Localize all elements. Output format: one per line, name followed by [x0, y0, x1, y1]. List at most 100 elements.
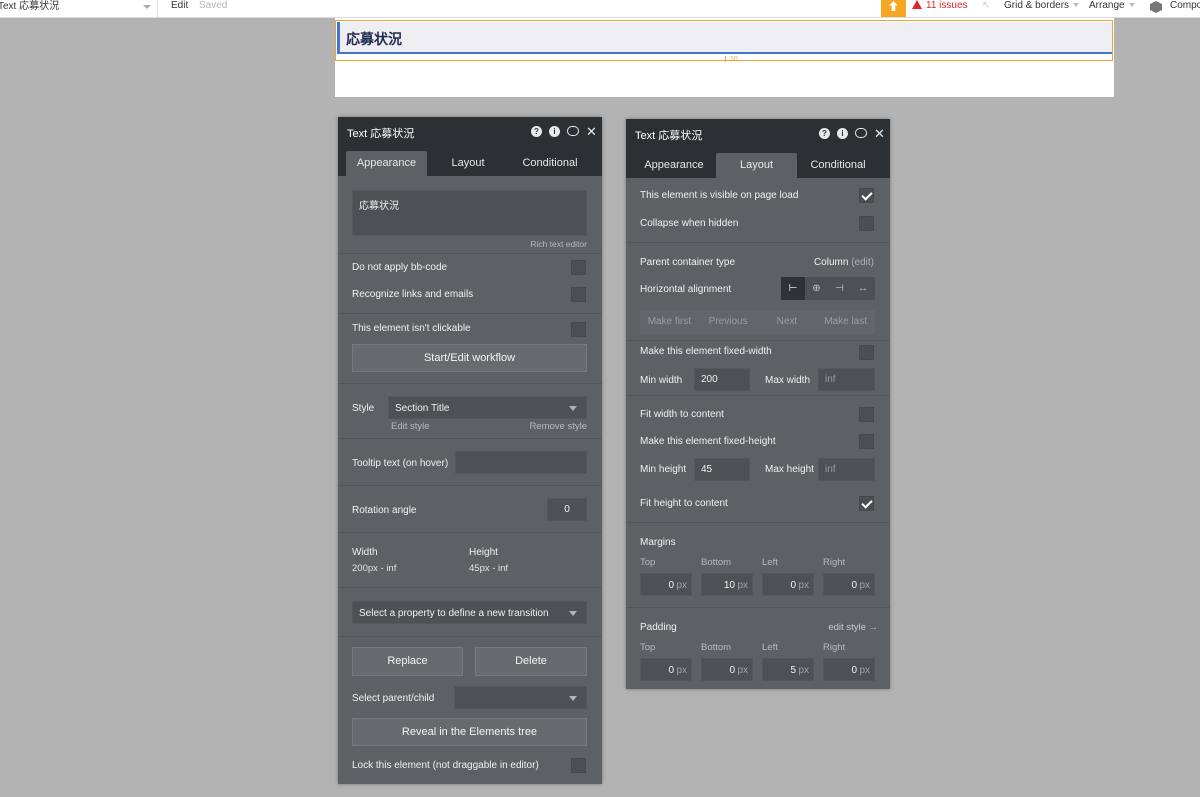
start-edit-workflow-button[interactable]: Start/Edit workflow	[352, 344, 587, 372]
previous-button[interactable]: Previous	[699, 310, 758, 334]
min-width-input[interactable]: 200	[694, 368, 750, 391]
parent-container-value[interactable]: Column (edit)	[814, 257, 874, 268]
collapse-hidden-checkbox[interactable]	[859, 216, 874, 231]
fit-width-checkbox[interactable]	[859, 407, 874, 422]
panel-title: Text 応募状況	[347, 128, 415, 140]
reveal-in-elements-tree-button[interactable]: Reveal in the Elements tree	[352, 718, 587, 746]
comment-icon[interactable]	[855, 128, 867, 138]
max-width-label: Max width	[765, 375, 811, 386]
min-width-label: Min width	[640, 375, 683, 386]
panel-tabs: Appearance Layout Conditional	[626, 146, 890, 178]
save-status: Saved	[199, 0, 228, 11]
recognize-links-label: Recognize links and emails	[352, 289, 474, 300]
info-icon[interactable]: i	[837, 127, 848, 139]
margin-left-label: Left	[762, 557, 778, 568]
tab-conditional[interactable]: Conditional	[510, 151, 590, 176]
chevron-down-icon	[569, 695, 577, 701]
padding-left-input[interactable]: 5 px	[762, 658, 814, 681]
info-icon[interactable]: i	[549, 125, 560, 137]
element-selector-dropdown[interactable]: Text 応募状況	[0, 0, 158, 17]
margin-indicator	[725, 56, 726, 62]
fixed-height-checkbox[interactable]	[859, 434, 874, 449]
align-right-icon[interactable]: ⊣	[828, 277, 851, 300]
not-clickable-checkbox[interactable]	[571, 322, 586, 337]
help-icon[interactable]: ?	[531, 125, 542, 137]
tab-conditional[interactable]: Conditional	[798, 153, 878, 178]
delete-button[interactable]: Delete	[475, 647, 587, 676]
close-icon[interactable]: ✕	[586, 125, 597, 138]
grid-borders-menu[interactable]: Grid & borders	[1004, 0, 1080, 12]
max-width-input[interactable]: inf	[818, 368, 875, 391]
align-center-icon[interactable]: ⊕	[805, 277, 828, 300]
upload-icon[interactable]	[881, 0, 906, 17]
visibility-section: This element is visible on page load Col…	[626, 178, 890, 243]
margin-left-value: 0	[790, 580, 796, 591]
components-icon[interactable]	[1150, 1, 1162, 13]
pointer-icon[interactable]: ↖	[982, 1, 992, 11]
comment-icon[interactable]	[567, 126, 579, 136]
element-selector-value: Text 応募状況	[0, 1, 60, 12]
padding-bottom-unit: px	[737, 665, 748, 676]
next-button[interactable]: Next	[758, 310, 817, 334]
chevron-down-icon	[1073, 3, 1080, 7]
no-bbcode-checkbox[interactable]	[571, 260, 586, 275]
margin-left-input[interactable]: 0 px	[762, 573, 814, 596]
make-last-button[interactable]: Make last	[816, 310, 875, 334]
tab-appearance[interactable]: Appearance	[346, 151, 427, 176]
margins-section: Margins Top Bottom Left Right 0 px 10 px 0…	[626, 523, 890, 608]
padding-top-input[interactable]: 0 px	[640, 658, 692, 681]
padding-right-input[interactable]: 0 px	[823, 658, 875, 681]
margin-bottom-input[interactable]: 10 px	[701, 573, 753, 596]
tab-appearance[interactable]: Appearance	[634, 153, 714, 178]
remove-style-link[interactable]: Remove style	[529, 421, 587, 432]
width-value: 200px - inf	[352, 563, 397, 574]
issues-link[interactable]: 11 issues	[912, 0, 968, 12]
edit-style-link[interactable]: Edit style	[391, 421, 430, 432]
edit-menu[interactable]: Edit	[171, 0, 188, 12]
parent-container-edit-link[interactable]: (edit)	[851, 257, 874, 268]
visible-on-load-checkbox[interactable]	[859, 188, 874, 203]
margin-right-unit: px	[859, 580, 870, 591]
select-parent-child-label: Select parent/child	[352, 693, 435, 704]
replace-button[interactable]: Replace	[352, 647, 463, 676]
fit-width-label: Fit width to content	[640, 409, 724, 420]
rich-text-editor-link[interactable]: Rich text editor	[530, 239, 587, 249]
components-menu[interactable]: Compo	[1170, 0, 1200, 12]
tab-layout[interactable]: Layout	[428, 151, 508, 176]
style-dropdown[interactable]: Section Title	[388, 396, 587, 419]
collapse-hidden-label: Collapse when hidden	[640, 218, 739, 229]
tooltip-label: Tooltip text (on hover)	[352, 458, 449, 469]
lock-element-checkbox[interactable]	[571, 758, 586, 773]
padding-bottom-input[interactable]: 0 px	[701, 658, 753, 681]
edit-style-link[interactable]: edit style →	[828, 622, 878, 633]
arrange-menu[interactable]: Arrange	[1089, 0, 1135, 12]
margin-bottom-unit: px	[737, 580, 748, 591]
panel-header[interactable]: Text 応募状況 ? i ✕	[338, 117, 602, 144]
rotation-angle-label: Rotation angle	[352, 505, 417, 516]
parent-child-dropdown[interactable]	[454, 686, 587, 709]
transition-dropdown[interactable]: Select a property to define a new transi…	[352, 601, 587, 624]
align-justify-icon[interactable]: ↔	[851, 277, 875, 300]
recognize-links-checkbox[interactable]	[571, 287, 586, 302]
fit-height-checkbox[interactable]	[859, 496, 874, 511]
fixed-height-label: Make this element fixed-height	[640, 436, 776, 447]
selected-text-element[interactable]: 応募状況	[337, 22, 1112, 54]
rotation-angle-input[interactable]: 0	[547, 498, 587, 521]
height-label: Height	[469, 547, 498, 558]
help-icon[interactable]: ?	[819, 127, 830, 139]
min-height-input[interactable]: 45	[694, 458, 750, 481]
content-text-editor[interactable]: 応募状況	[352, 190, 587, 236]
make-first-button[interactable]: Make first	[640, 310, 699, 334]
margin-right-input[interactable]: 0 px	[823, 573, 875, 596]
tab-layout[interactable]: Layout	[716, 153, 797, 178]
close-icon[interactable]: ✕	[874, 127, 885, 140]
panel-header[interactable]: Text 応募状況 ? i ✕	[626, 119, 890, 146]
max-height-input[interactable]: inf	[818, 458, 875, 481]
min-height-label: Min height	[640, 464, 687, 475]
selected-group-outline[interactable]: 応募状況 10	[335, 20, 1113, 63]
margin-top-input[interactable]: 0 px	[640, 573, 692, 596]
tooltip-input[interactable]	[455, 451, 587, 474]
alignment-button-group: ⊢ ⊕ ⊣ ↔	[781, 277, 875, 300]
align-left-icon[interactable]: ⊢	[781, 277, 805, 300]
fixed-width-checkbox[interactable]	[859, 345, 874, 360]
